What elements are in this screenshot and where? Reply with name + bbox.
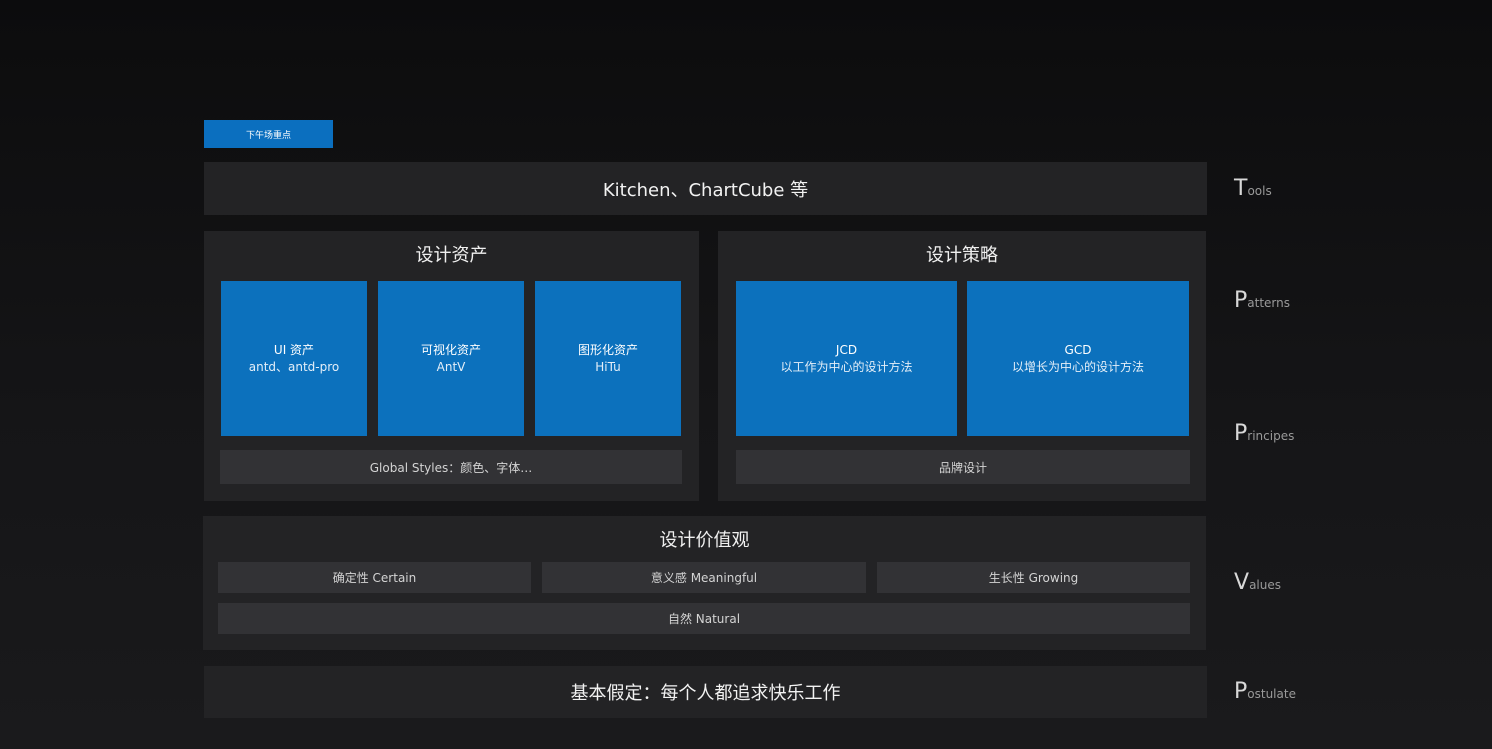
value-growing: 生长性 Growing <box>877 562 1190 593</box>
value-label: 生长性 Growing <box>988 571 1079 585</box>
design-assets-panel: 设计资产 UI 资产 antd、antd-pro 可视化资产 AntV 图形化资… <box>204 231 699 501</box>
side-label-rest: ools <box>1247 184 1272 198</box>
side-label-initial: P <box>1234 679 1248 704</box>
side-label-patterns: Patterns <box>1234 288 1290 313</box>
value-label: 意义感 Meaningful <box>650 571 758 585</box>
side-label-initial: T <box>1234 176 1248 201</box>
side-label-initial: V <box>1234 570 1250 595</box>
global-styles-bar: Global Styles：颜色、字体… <box>220 450 682 484</box>
card-title: UI 资产 <box>273 342 315 357</box>
postulate-label: 基本假定：每个人都追求快乐工作 <box>570 683 841 704</box>
card-title: JCD <box>835 342 858 357</box>
side-label-rest: alues <box>1249 578 1281 592</box>
card-subtitle: 以增长为中心的设计方法 <box>1011 359 1144 374</box>
side-label-rest: ostulate <box>1247 687 1296 701</box>
value-label: 确定性 Certain <box>332 571 417 585</box>
side-label-tools: Tools <box>1234 176 1272 201</box>
card-subtitle: AntV <box>436 359 466 374</box>
side-label-initial: P <box>1234 421 1248 446</box>
side-label-rest: rincipes <box>1247 429 1295 443</box>
value-meaningful: 意义感 Meaningful <box>542 562 866 593</box>
jcd-card: JCD 以工作为中心的设计方法 <box>736 281 957 436</box>
design-values-title: 设计价值观 <box>659 530 750 551</box>
value-certain: 确定性 Certain <box>218 562 531 593</box>
value-label: 自然 Natural <box>667 612 741 626</box>
side-label-rest: atterns <box>1247 296 1291 310</box>
card-title: GCD <box>1064 342 1092 357</box>
graphic-assets-card: 图形化资产 HiTu <box>535 281 681 436</box>
card-subtitle: HiTu <box>595 359 621 374</box>
gcd-card: GCD 以增长为中心的设计方法 <box>967 281 1189 436</box>
design-values-panel: 设计价值观 确定性 Certain 意义感 Meaningful 生长性 Gro… <box>203 516 1206 650</box>
tools-layer-label: Kitchen、ChartCube 等 <box>602 179 809 201</box>
card-subtitle: 以工作为中心的设计方法 <box>780 359 913 374</box>
side-label-principles: Principes <box>1234 421 1294 446</box>
value-natural: 自然 Natural <box>218 603 1190 634</box>
card-subtitle: antd、antd-pro <box>248 359 340 374</box>
brand-design-bar: 品牌设计 <box>736 450 1190 484</box>
side-label-postulate: Postulate <box>1234 679 1296 704</box>
focus-tag: 下午场重点 <box>204 120 333 148</box>
side-label-initial: P <box>1234 288 1248 313</box>
design-strategy-panel: 设计策略 JCD 以工作为中心的设计方法 GCD 以增长为中心的设计方法 品牌设… <box>718 231 1206 501</box>
ui-assets-card: UI 资产 antd、antd-pro <box>221 281 367 436</box>
global-styles-label: Global Styles：颜色、字体… <box>369 460 533 475</box>
design-assets-title: 设计资产 <box>415 245 488 266</box>
card-title: 可视化资产 <box>420 342 481 357</box>
visualization-assets-card: 可视化资产 AntV <box>378 281 524 436</box>
brand-design-label: 品牌设计 <box>938 460 987 475</box>
card-title: 图形化资产 <box>577 342 638 357</box>
tools-layer: Kitchen、ChartCube 等 <box>204 162 1207 215</box>
design-strategy-title: 设计策略 <box>926 245 998 266</box>
side-label-values: Values <box>1234 570 1281 595</box>
postulate-layer: 基本假定：每个人都追求快乐工作 <box>204 666 1207 718</box>
